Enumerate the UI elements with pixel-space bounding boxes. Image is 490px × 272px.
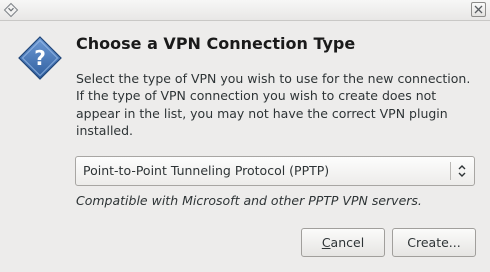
up-down-arrows-icon — [457, 163, 467, 179]
vpn-type-selected-value: Point-to-Point Tunneling Protocol (PPTP) — [83, 163, 330, 178]
cancel-mnemonic: C — [321, 235, 331, 250]
question-icon: ? — [17, 35, 63, 81]
vpn-type-select[interactable]: Point-to-Point Tunneling Protocol (PPTP) — [75, 156, 475, 186]
cancel-button[interactable]: Cancel — [301, 228, 385, 257]
create-button[interactable]: Create... — [392, 228, 476, 257]
vpn-type-hint: Compatible with Microsoft and other PPTP… — [76, 193, 422, 208]
svg-text:?: ? — [34, 46, 46, 70]
window-close-button[interactable] — [471, 2, 486, 17]
cancel-label: ancel — [330, 235, 365, 250]
title-bar — [0, 0, 490, 21]
close-icon — [474, 5, 483, 14]
dialog-title: Choose a VPN Connection Type — [76, 34, 356, 53]
dialog-description: Select the type of VPN you wish to use f… — [76, 71, 471, 138]
combo-separator — [450, 162, 451, 180]
window-menu-icon[interactable] — [3, 2, 19, 18]
